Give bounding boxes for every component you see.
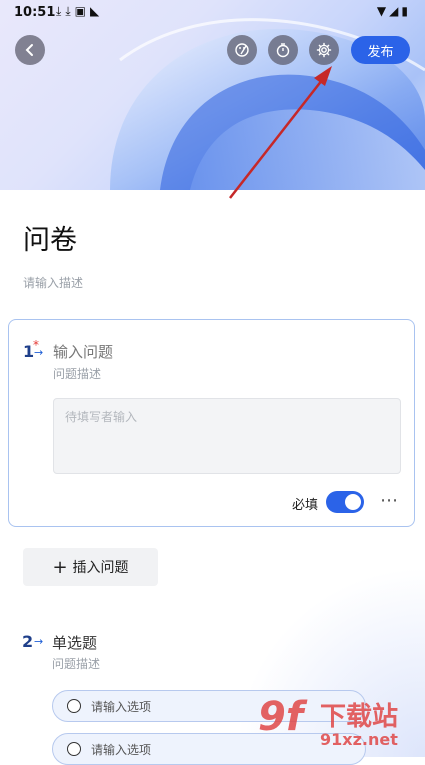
radio-icon xyxy=(67,699,81,713)
question-desc-input[interactable]: 问题描述 xyxy=(53,365,101,382)
form-description-input[interactable]: 请输入描述 xyxy=(23,274,83,291)
question-number: 2 xyxy=(22,632,34,651)
required-label: 必填 xyxy=(292,498,319,513)
answer-textarea[interactable]: 待填写者输入 xyxy=(53,398,401,474)
option-input[interactable]: 请输入选项 xyxy=(91,741,151,758)
watermark: 9f 下载站 91xz.net xyxy=(258,694,423,754)
toggle-knob xyxy=(345,494,361,510)
insert-question-label: 插入问题 xyxy=(72,560,129,576)
required-toggle[interactable] xyxy=(326,491,364,513)
arrow-right-icon: → xyxy=(34,346,44,359)
question-card-1[interactable]: 1 * → 输入问题 问题描述 待填写者输入 必填 ⋯ xyxy=(8,319,415,527)
form-title[interactable]: 问卷 xyxy=(23,218,77,257)
radio-icon xyxy=(67,742,81,756)
question-title-input[interactable]: 输入问题 xyxy=(53,341,113,362)
option-input[interactable]: 请输入选项 xyxy=(91,698,151,715)
more-options-icon[interactable]: ⋯ xyxy=(380,490,399,511)
question-desc-input[interactable]: 问题描述 xyxy=(52,655,100,672)
watermark-text: 下载站 xyxy=(320,702,399,732)
answer-placeholder: 待填写者输入 xyxy=(65,410,138,424)
arrow-right-icon: → xyxy=(34,635,44,648)
insert-question-button[interactable]: + 插入问题 xyxy=(23,548,158,586)
watermark-url: 91xz.net xyxy=(320,730,398,749)
question-title[interactable]: 单选题 xyxy=(52,632,97,653)
annotation-arrow xyxy=(229,66,332,199)
plus-icon: + xyxy=(52,556,68,578)
watermark-logo: 9f xyxy=(258,694,304,740)
